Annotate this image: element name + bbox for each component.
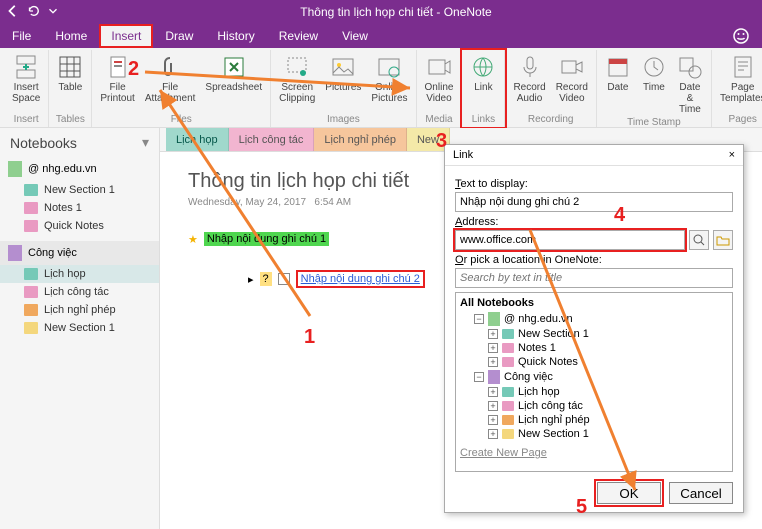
group-pages-label: Pages bbox=[729, 114, 757, 125]
section-new2[interactable]: New Section 1 bbox=[0, 319, 159, 337]
screen-clipping-button[interactable]: ScreenClipping bbox=[277, 52, 317, 114]
todo-checkbox[interactable] bbox=[278, 273, 290, 285]
note2-link[interactable]: Nhập nội dung ghi chú 2 bbox=[301, 273, 420, 285]
group-images-label: Images bbox=[327, 114, 360, 125]
tree-nb1-sec2[interactable]: +Quick Notes bbox=[460, 355, 728, 369]
tab-history[interactable]: History bbox=[205, 24, 266, 48]
dialog-close-button[interactable]: × bbox=[729, 149, 735, 161]
tree-nb2-sec2[interactable]: +Lịch nghỉ phép bbox=[460, 413, 728, 427]
group-insert-label: Insert bbox=[14, 114, 39, 125]
record-video-button[interactable]: RecordVideo bbox=[554, 52, 590, 114]
pick-location-label: Or pick a location in OneNote: bbox=[455, 254, 733, 266]
section-new1[interactable]: New Section 1 bbox=[0, 181, 159, 199]
tree-nb1-sec0[interactable]: +New Section 1 bbox=[460, 327, 728, 341]
create-new-page-link[interactable]: Create New Page bbox=[460, 447, 728, 459]
group-timestamp-label: Time Stamp bbox=[627, 117, 681, 128]
spreadsheet-button[interactable]: Spreadsheet bbox=[203, 52, 264, 114]
group-links-label: Links bbox=[472, 114, 495, 125]
browse-web-button[interactable] bbox=[689, 230, 709, 250]
time-button[interactable]: Time bbox=[639, 52, 669, 117]
tree-nb2[interactable]: −Công việc bbox=[460, 369, 728, 385]
online-video-button[interactable]: OnlineVideo bbox=[423, 52, 456, 114]
all-notebooks-label: All Notebooks bbox=[460, 297, 728, 309]
notebooks-title: Notebooks▾ bbox=[0, 128, 159, 157]
insert-space-button[interactable]: InsertSpace bbox=[10, 52, 42, 114]
notebook-2[interactable]: Công việc bbox=[0, 241, 159, 265]
record-audio-button[interactable]: RecordAudio bbox=[511, 52, 547, 114]
tab-file[interactable]: File bbox=[0, 24, 43, 48]
date-button[interactable]: Date bbox=[603, 52, 633, 117]
note2-highlight-box: Nhập nội dung ghi chú 2 bbox=[296, 270, 425, 288]
online-pictures-button[interactable]: OnlinePictures bbox=[369, 52, 409, 114]
table-button[interactable]: Table bbox=[55, 52, 85, 114]
address-input[interactable] bbox=[455, 230, 685, 250]
group-media-label: Media bbox=[425, 114, 452, 125]
tree-nb2-sec3[interactable]: +New Section 1 bbox=[460, 427, 728, 441]
search-title-input[interactable] bbox=[455, 268, 733, 288]
tree-nb2-sec1[interactable]: +Lịch công tác bbox=[460, 399, 728, 413]
tab-review[interactable]: Review bbox=[267, 24, 330, 48]
notebook-1[interactable]: @ nhg.edu.vn bbox=[0, 157, 159, 181]
smiley-icon[interactable] bbox=[720, 24, 762, 48]
sectab-congtac[interactable]: Lịch công tác bbox=[229, 128, 315, 151]
tree-nb1[interactable]: −@ nhg.edu.vn bbox=[460, 311, 728, 327]
star-icon: ★ bbox=[188, 233, 198, 246]
back-icon[interactable] bbox=[6, 4, 20, 21]
text-to-display-label: Text to display: bbox=[455, 178, 733, 190]
note1-text[interactable]: Nhập nội dung ghi chú 1 bbox=[204, 232, 329, 246]
section-notes1[interactable]: Notes 1 bbox=[0, 199, 159, 217]
menu-tabs: File Home Insert Draw History Review Vie… bbox=[0, 24, 762, 48]
section-congtac[interactable]: Lịch công tác bbox=[0, 283, 159, 301]
tab-insert[interactable]: Insert bbox=[99, 24, 153, 48]
section-nghiphep[interactable]: Lịch nghỉ phép bbox=[0, 301, 159, 319]
dialog-title: Link bbox=[453, 149, 473, 161]
link-button[interactable]: Link bbox=[468, 52, 498, 114]
title-bar: Thông tin lịch họp chi tiết - OneNote bbox=[0, 0, 762, 24]
tab-view[interactable]: View bbox=[330, 24, 380, 48]
date-time-button[interactable]: Date &Time bbox=[675, 52, 705, 117]
ok-button[interactable]: OK bbox=[597, 482, 661, 504]
pictures-button[interactable]: Pictures bbox=[323, 52, 363, 114]
question-tag: ? bbox=[260, 272, 272, 286]
tree-nb2-sec0[interactable]: +Lịch họp bbox=[460, 385, 728, 399]
links-group-highlight: Link Links bbox=[462, 50, 505, 127]
link-dialog: Link × Text to display: Address: Or pick… bbox=[444, 144, 744, 513]
file-printout-button[interactable]: FilePrintout bbox=[98, 52, 136, 114]
ribbon: InsertSpace Insert Table Tables FilePrin… bbox=[0, 48, 762, 128]
location-tree[interactable]: All Notebooks −@ nhg.edu.vn +New Section… bbox=[455, 292, 733, 472]
sectab-lichhop[interactable]: Lịch họp bbox=[166, 128, 229, 151]
file-attachment-button[interactable]: FileAttachment bbox=[143, 52, 198, 114]
group-recording-label: Recording bbox=[528, 114, 574, 125]
undo-icon[interactable] bbox=[26, 4, 40, 21]
window-title: Thông tin lịch họp chi tiết - OneNote bbox=[60, 5, 732, 19]
section-lichhop[interactable]: Lịch họp bbox=[0, 265, 159, 283]
notebooks-pane: Notebooks▾ @ nhg.edu.vn New Section 1 No… bbox=[0, 128, 160, 529]
group-files-label: Files bbox=[171, 114, 192, 125]
tab-draw[interactable]: Draw bbox=[153, 24, 205, 48]
browse-file-button[interactable] bbox=[713, 230, 733, 250]
group-tables-label: Tables bbox=[56, 114, 85, 125]
tree-nb1-sec1[interactable]: +Notes 1 bbox=[460, 341, 728, 355]
qat-more-icon[interactable] bbox=[46, 4, 60, 21]
text-to-display-input[interactable] bbox=[455, 192, 733, 212]
section-quick[interactable]: Quick Notes bbox=[0, 217, 159, 235]
page-templates-button[interactable]: PageTemplates bbox=[718, 52, 762, 114]
tab-home[interactable]: Home bbox=[43, 24, 99, 48]
address-label: Address: bbox=[455, 216, 733, 228]
flag-icon: ▸ bbox=[248, 273, 254, 286]
cancel-button[interactable]: Cancel bbox=[669, 482, 733, 504]
sectab-nghiphep[interactable]: Lịch nghỉ phép bbox=[314, 128, 407, 151]
